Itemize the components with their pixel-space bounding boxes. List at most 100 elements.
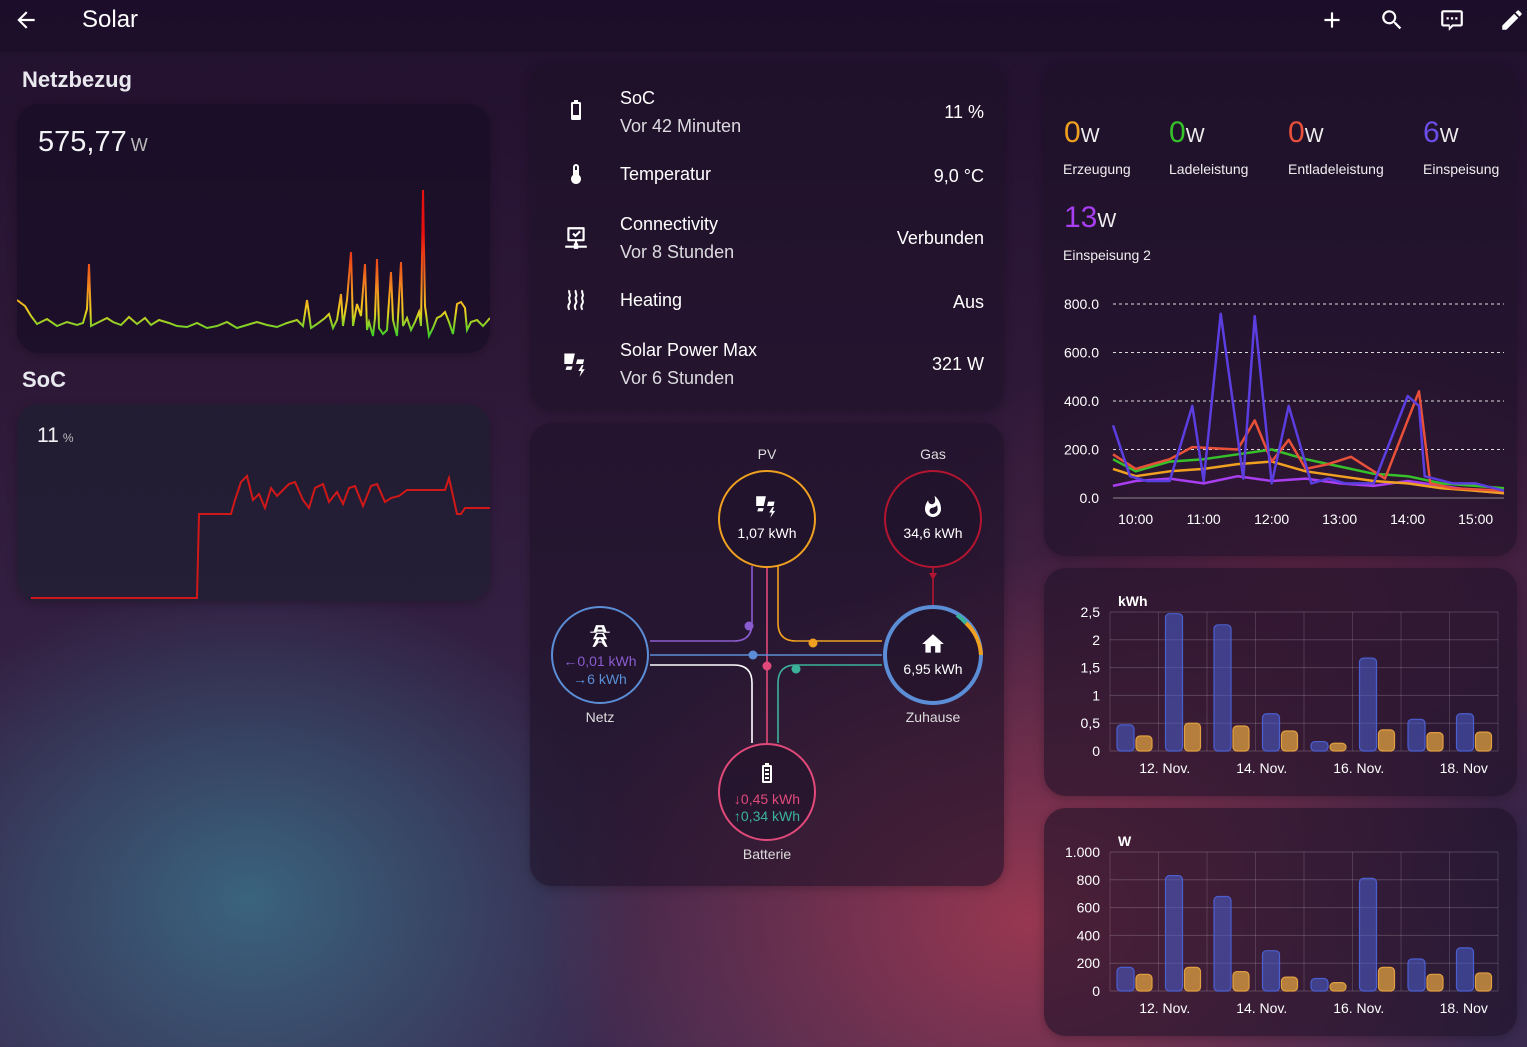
y-tick-label: 2 (1092, 632, 1100, 648)
bar (1407, 958, 1426, 992)
grid-in: →6 kWh (573, 671, 627, 687)
transmission-tower-icon (590, 625, 610, 647)
netzbezug-title: Netzbezug (22, 67, 132, 92)
thermometer-icon (558, 156, 594, 192)
y-tick-label: 0 (1092, 983, 1100, 999)
pencil-icon (1502, 10, 1522, 30)
home-node-button[interactable]: 6,95 kWh (885, 607, 981, 703)
bar (1183, 722, 1202, 752)
battery-node-button[interactable]: ↓0,45 kWh ↑0,34 kWh (719, 744, 815, 840)
y-tick-label: 800.0 (1064, 296, 1099, 312)
power-unit: W (1185, 125, 1205, 147)
power-label: Erzeugung (1063, 161, 1131, 177)
x-tick-label: 14. Nov. (1236, 760, 1287, 776)
y-tick-label: 200 (1077, 955, 1101, 971)
x-tick-label: 13:00 (1322, 511, 1357, 527)
x-tick-label: 11:00 (1187, 511, 1221, 527)
x-tick-label: 16. Nov. (1333, 1000, 1384, 1016)
gas-value: 34,6 kWh (903, 525, 963, 541)
netzbezug-card[interactable]: 575,77 W (17, 104, 490, 353)
bar (1329, 742, 1347, 752)
entity-row-heating[interactable]: Heating Aus (530, 278, 1004, 328)
bar (1377, 966, 1396, 992)
energy-flow-card: PV Gas 1,07 kWh 34,6 kWh ←0,01 kWh →6 kW… (530, 423, 1004, 886)
assist-button[interactable] (1426, 0, 1478, 40)
power-tile-erzeugung[interactable]: 0W (1064, 116, 1100, 150)
y-tick-label: 2,5 (1081, 604, 1101, 620)
bar (1116, 724, 1135, 752)
entity-row-temperatur[interactable]: Temperatur 9,0 °C (530, 152, 1004, 202)
y-tick-label: 200.0 (1064, 442, 1099, 458)
y-tick-label: 0,5 (1081, 715, 1101, 731)
bar (1213, 624, 1232, 752)
battery-label: Batterie (742, 846, 792, 862)
bar (1455, 947, 1475, 992)
entity-name: Solar Power Max (620, 340, 758, 360)
search-button[interactable] (1366, 0, 1418, 40)
entity-name: Temperatur (620, 164, 712, 184)
entities-card: SoC Vor 42 Minuten 11 % Temperatur 9,0 °… (530, 64, 1004, 411)
battery-in: ↓0,45 kWh (733, 791, 801, 807)
entity-secondary: Vor 6 Stunden (620, 368, 735, 388)
power-label: Entladeleistung (1288, 161, 1384, 177)
arrow-left-icon (17, 11, 35, 29)
back-button[interactable] (0, 0, 52, 40)
energy-bar-chart[interactable]: kWh 2,5 2 1,5 1 0,5 0 12. Nov. 14. Nov. 16. Nov. 1… (1044, 568, 1517, 796)
energy-bar-card: kWh 2,5 2 1,5 1 0,5 0 12. Nov. 14. Nov. 16. Nov. 1… (1044, 568, 1517, 796)
power-unit: W (1080, 125, 1100, 147)
add-button[interactable] (1306, 0, 1358, 40)
bar (1164, 875, 1184, 992)
edit-button[interactable] (1486, 0, 1527, 40)
power-tile-entladeleistung[interactable]: 0W (1288, 116, 1324, 150)
power-tile-ladeleistung[interactable]: 0W (1169, 116, 1205, 150)
bar (1213, 895, 1232, 992)
battery-icon (762, 763, 772, 783)
x-tick-label: 18. Nov (1440, 1000, 1488, 1016)
grid-label: Netz (585, 709, 615, 725)
power-value: 0 (1288, 116, 1305, 149)
solar-power-icon (558, 346, 594, 382)
bar (1135, 735, 1153, 752)
power-history-chart[interactable]: 800.0 600.0 400.0 200.0 0.0 10:00 11:00 12:00 13… (1044, 290, 1517, 550)
bar (1474, 972, 1493, 992)
entity-name: Heating (620, 290, 683, 310)
entity-row-connectivity[interactable]: Connectivity Vor 8 Stunden Verbunden (530, 212, 1004, 262)
bar (1261, 950, 1281, 992)
bar (1358, 657, 1378, 752)
pv-value: 1,07 kWh (737, 525, 797, 541)
bar (1280, 730, 1299, 752)
home-icon (922, 634, 944, 653)
power-tile-einspeisung[interactable]: 6W (1423, 116, 1459, 150)
grid-node-button[interactable]: ←0,01 kWh →6 kWh (552, 607, 648, 703)
power-label: Einspeisung 2 (1063, 247, 1151, 263)
fire-icon (925, 495, 941, 517)
power-label: Ladeleistung (1169, 161, 1249, 177)
netzbezug-sparkline (17, 189, 490, 340)
power-tile-einspeisung-2[interactable]: 13W (1064, 201, 1116, 235)
plus-icon (1324, 12, 1340, 28)
entity-value: 11 % (944, 102, 984, 122)
entity-value: 321 W (931, 354, 984, 374)
network-icon (558, 220, 594, 256)
x-tick-label: 14. Nov. (1236, 1000, 1287, 1016)
heat-wave-icon (558, 282, 594, 318)
soc-card[interactable]: 11% (17, 404, 490, 601)
pv-node-button[interactable]: 1,07 kWh (719, 471, 815, 567)
entity-name: Connectivity (620, 214, 719, 234)
y-tick-label: 400 (1077, 927, 1101, 943)
bar (1426, 973, 1444, 992)
x-tick-label: 14:00 (1390, 511, 1425, 527)
soc-title: SoC (22, 367, 66, 392)
gas-node-button[interactable]: 34,6 kWh (885, 471, 981, 567)
y-tick-label: 400.0 (1064, 393, 1099, 409)
power-bar-chart[interactable]: W 1.000 800 600 400 200 0 12. Nov. 14. Nov. 16. N… (1044, 808, 1517, 1036)
battery-icon (558, 92, 594, 128)
entity-row-solar-power-max[interactable]: Solar Power Max Vor 6 Stunden 321 W (530, 338, 1004, 388)
battery-out: ↑0,34 kWh (733, 808, 801, 824)
entity-row-soc[interactable]: SoC Vor 42 Minuten 11 % (530, 86, 1004, 136)
power-label: Einspeisung (1423, 161, 1500, 177)
entity-value: 9,0 °C (933, 166, 984, 186)
x-tick-label: 12. Nov. (1139, 1000, 1190, 1016)
y-tick-label: 600.0 (1064, 345, 1099, 361)
bar (1474, 731, 1493, 752)
